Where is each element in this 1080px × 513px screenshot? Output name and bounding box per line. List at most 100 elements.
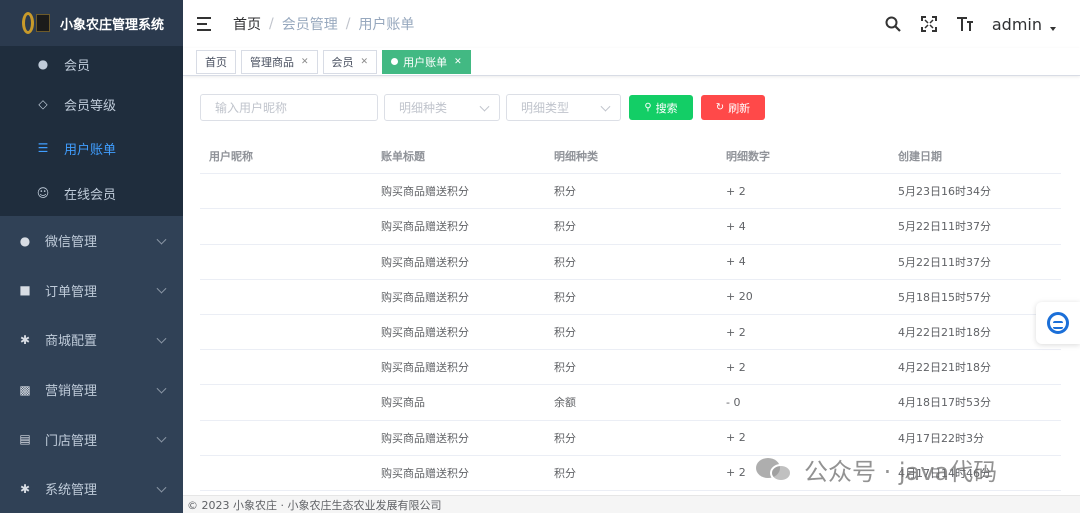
tag-home[interactable]: 首页 bbox=[196, 49, 236, 74]
sidebar-item-label: 系统管理 bbox=[45, 483, 98, 499]
column-header: 明细种类 bbox=[554, 150, 598, 164]
table-cell: - 0 bbox=[726, 395, 741, 409]
user-menu[interactable]: admin bbox=[992, 15, 1056, 34]
tag-label: 用户账单 bbox=[403, 55, 448, 69]
breadcrumb-home[interactable]: 首页 bbox=[233, 14, 261, 34]
tag-member[interactable]: 会员 ✕ bbox=[322, 49, 378, 74]
logo-icon bbox=[22, 10, 56, 36]
search-icon: ⚲ bbox=[644, 102, 652, 113]
watermark-text: 公众号 · java代码 bbox=[804, 458, 998, 486]
table-cell: 积分 bbox=[554, 361, 576, 375]
table-header: 用户昵称 账单标题 明细种类 明细数字 创建日期 bbox=[200, 139, 1061, 175]
table-cell: 购买商品 bbox=[381, 396, 425, 410]
close-icon[interactable]: ✕ bbox=[454, 57, 462, 67]
chevron-down-icon bbox=[156, 284, 167, 294]
sidebar-item-marketing[interactable]: ▩ 营销管理 bbox=[0, 365, 183, 415]
category-select[interactable]: 明细种类 bbox=[384, 94, 500, 121]
table-row: 购买商品赠送积分 积分 + 4 5月22日11时37分 bbox=[200, 209, 1061, 245]
close-icon[interactable]: ✕ bbox=[361, 57, 369, 67]
tag-label: 会员 bbox=[331, 55, 354, 69]
sidebar-item-member[interactable]: ● 会员 bbox=[0, 46, 183, 82]
nav-right: admin bbox=[884, 0, 1056, 48]
breadcrumb-separator: / bbox=[345, 16, 351, 32]
table-row: 购买商品赠送积分 积分 + 2 4月22日21时18分 bbox=[200, 315, 1061, 351]
sidebar-item-system[interactable]: ✱ 系统管理 bbox=[0, 464, 183, 513]
table-row: 购买商品赠送积分 积分 + 20 5月18日15时57分 bbox=[200, 280, 1061, 315]
user-online-icon: ☺ bbox=[36, 186, 50, 200]
column-header: 用户昵称 bbox=[209, 150, 253, 164]
nickname-input-wrap bbox=[200, 94, 378, 121]
table-row: 购买商品 余额 - 0 4月18日17时53分 bbox=[200, 385, 1061, 421]
sidebar-item-mall-config[interactable]: ✱ 商城配置 bbox=[0, 315, 183, 365]
floating-helper-button[interactable] bbox=[1036, 302, 1080, 344]
breadcrumb: 首页 / 会员管理 / 用户账单 bbox=[233, 14, 414, 34]
table-cell: + 2 bbox=[726, 184, 746, 198]
watermark: 公众号 · java代码 bbox=[756, 452, 997, 487]
tags-view: 首页 管理商品 ✕ 会员 ✕ 用户账单 ✕ bbox=[183, 48, 1080, 76]
search-button-label: 搜索 bbox=[655, 101, 678, 115]
table-cell: 购买商品赠送积分 bbox=[381, 185, 469, 199]
sidebar-item-wechat[interactable]: ● 微信管理 bbox=[0, 216, 183, 266]
chevron-down-icon bbox=[156, 333, 167, 344]
sidebar-item-order[interactable]: ■ 订单管理 bbox=[0, 266, 183, 316]
column-header: 账单标题 bbox=[381, 150, 425, 164]
tag-label: 管理商品 bbox=[250, 55, 294, 69]
list-icon: ☰ bbox=[37, 141, 49, 155]
sidebar-item-label: 门店管理 bbox=[45, 433, 98, 449]
refresh-button-label: 刷新 bbox=[728, 101, 751, 115]
tag-label: 首页 bbox=[205, 55, 227, 69]
sidebar-item-label: 用户账单 bbox=[64, 142, 117, 158]
sidebar-item-label: 会员等级 bbox=[64, 98, 117, 114]
sidebar-item-label: 会员 bbox=[64, 58, 91, 74]
sidebar-item-member-level[interactable]: ◇ 会员等级 bbox=[0, 82, 183, 126]
chart-icon: ▩ bbox=[19, 382, 31, 397]
table-cell: 购买商品赠送积分 bbox=[381, 431, 469, 445]
refresh-button[interactable]: ↻ 刷新 bbox=[701, 95, 765, 120]
table-cell: 4月17日22时3分 bbox=[898, 431, 984, 445]
users-icon: ● bbox=[37, 57, 49, 71]
tag-user-bill[interactable]: 用户账单 ✕ bbox=[382, 49, 471, 74]
close-icon[interactable]: ✕ bbox=[301, 57, 309, 67]
fullscreen-icon[interactable] bbox=[920, 15, 938, 33]
font-size-icon[interactable] bbox=[956, 15, 974, 33]
sidebar-item-store[interactable]: ▤ 门店管理 bbox=[0, 414, 183, 464]
nickname-input[interactable] bbox=[215, 100, 377, 115]
table-cell: 4月18日17时53分 bbox=[898, 396, 991, 410]
sidebar-item-online-member[interactable]: ☺ 在线会员 bbox=[0, 170, 183, 216]
bill-table: 用户昵称 账单标题 明细种类 明细数字 创建日期 购买商品赠送积分 积分 + 2 5月… bbox=[200, 139, 1061, 491]
table-cell: 5月18日15时57分 bbox=[898, 290, 991, 304]
table-cell: 购买商品赠送积分 bbox=[381, 255, 469, 269]
breadcrumb-separator: / bbox=[269, 16, 274, 32]
table-body: 购买商品赠送积分 积分 + 2 5月23日16时34分 购买商品赠送积分 积分 + 4 5月2… bbox=[200, 174, 1061, 491]
gear-icon: ✱ bbox=[19, 481, 31, 496]
table-row: 购买商品赠送积分 积分 + 2 4月17日22时3分 bbox=[200, 421, 1061, 456]
type-select-placeholder: 明细类型 bbox=[521, 101, 570, 115]
sidebar-item-user-bill[interactable]: ☰ 用户账单 bbox=[0, 126, 183, 170]
table-cell: + 4 bbox=[726, 219, 746, 233]
search-icon[interactable] bbox=[884, 15, 902, 33]
table-cell: 积分 bbox=[554, 431, 576, 445]
table-cell: 购买商品赠送积分 bbox=[381, 290, 469, 304]
sidebar-item-label: 订单管理 bbox=[45, 284, 98, 300]
app-title: 小象农庄管理系统 bbox=[60, 17, 165, 33]
table-cell: 积分 bbox=[554, 290, 576, 304]
table-cell: 购买商品赠送积分 bbox=[381, 220, 469, 234]
member-submenu: ● 会员 ◇ 会员等级 ☰ 用户账单 ☺ 在线会员 bbox=[0, 46, 183, 216]
table-cell: 5月22日11时37分 bbox=[898, 255, 991, 269]
table-cell: 5月23日16时34分 bbox=[898, 185, 991, 199]
logo-bar[interactable]: 小象农庄管理系统 bbox=[0, 0, 183, 46]
table-cell: + 4 bbox=[726, 255, 746, 269]
sidebar: 小象农庄管理系统 ● 会员 ◇ 会员等级 ☰ 用户账单 ☺ 在线会员 ● 微信管… bbox=[0, 0, 183, 513]
search-button[interactable]: ⚲ 搜索 bbox=[629, 95, 693, 120]
sidebar-item-label: 商城配置 bbox=[45, 334, 98, 350]
caret-down-icon bbox=[1050, 27, 1056, 31]
filter-bar: 明细种类 明细类型 ⚲ 搜索 ↻ 刷新 bbox=[200, 94, 765, 121]
breadcrumb-member-manage[interactable]: 会员管理 bbox=[282, 14, 338, 34]
sidebar-item-label: 在线会员 bbox=[64, 187, 117, 203]
chevron-down-icon bbox=[479, 101, 490, 112]
type-select[interactable]: 明细类型 bbox=[506, 94, 621, 121]
tag-manage-goods[interactable]: 管理商品 ✕ bbox=[241, 49, 318, 74]
table-cell: 积分 bbox=[554, 466, 576, 480]
hamburger-icon[interactable] bbox=[197, 17, 213, 31]
table-cell: 5月22日11时37分 bbox=[898, 220, 991, 234]
